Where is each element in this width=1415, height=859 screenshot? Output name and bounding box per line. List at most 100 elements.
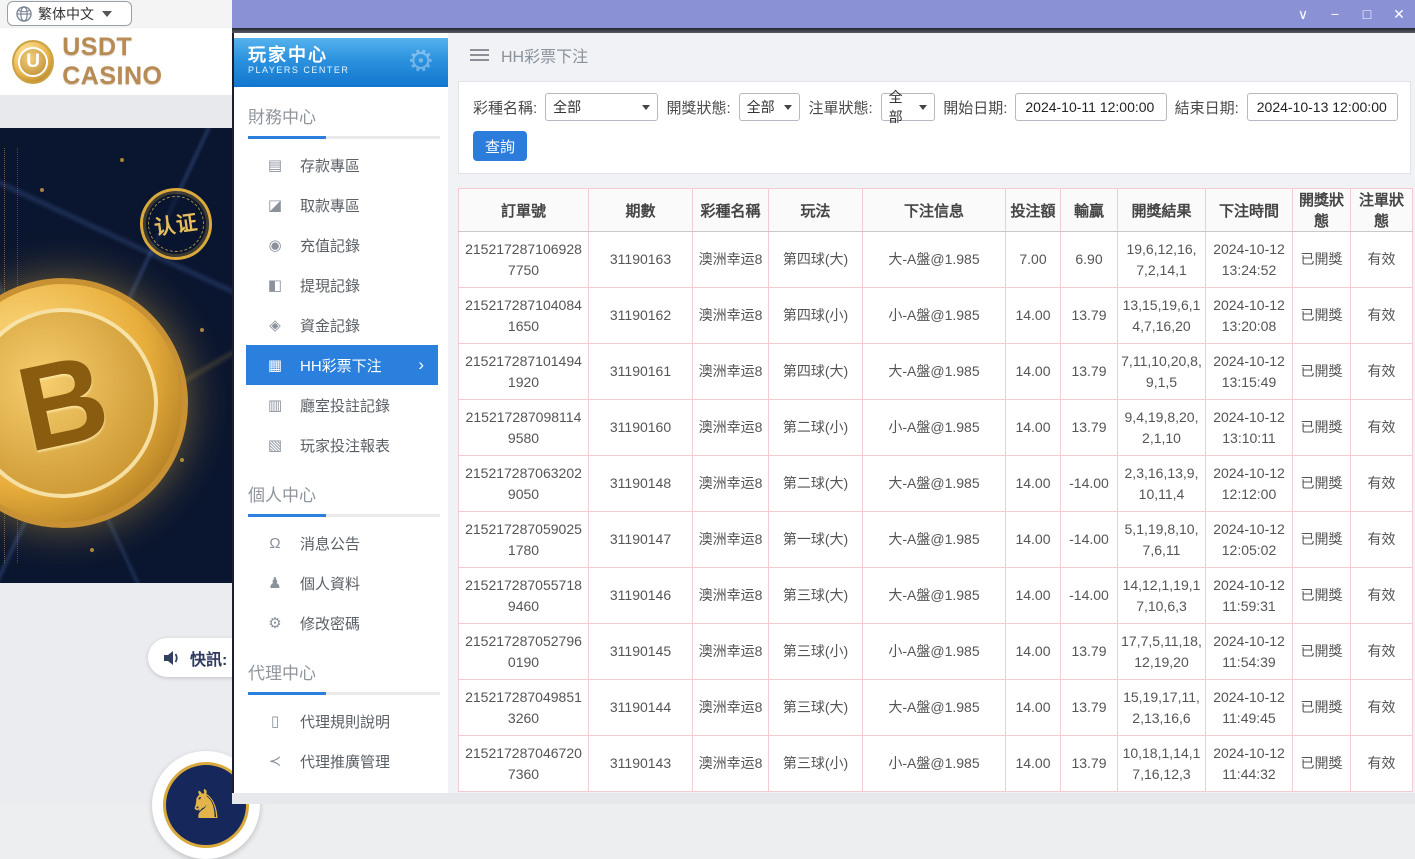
- table-cell: 大-A盤@1.985: [863, 232, 1006, 288]
- select-caret-icon: [784, 105, 792, 110]
- funds-record-icon: ◈: [266, 316, 284, 334]
- table-cell: 14.00: [1006, 288, 1061, 344]
- table-cell: 澳洲幸运8: [693, 624, 769, 680]
- table-cell: 15,19,17,11,2,13,16,6: [1118, 680, 1206, 736]
- table-cell: 小-A盤@1.985: [863, 624, 1006, 680]
- table-cell: 2152172870467207360: [459, 736, 589, 792]
- sidebar-item-label: 個人資料: [300, 573, 360, 594]
- table-cell: 2024-10-12 12:05:02: [1206, 512, 1293, 568]
- table-cell: 2024-10-12 11:54:39: [1206, 624, 1293, 680]
- table-cell: -14.00: [1061, 512, 1118, 568]
- section-underline: [248, 514, 440, 517]
- sidebar-item-代理團隊統計[interactable]: ▩代理團隊統計›: [234, 781, 448, 793]
- table-cell: 有效: [1351, 456, 1413, 512]
- sidebar-item-label: HH彩票下注: [300, 355, 382, 376]
- draw-status-select[interactable]: 全部: [739, 93, 801, 121]
- select-caret-icon: [919, 105, 927, 110]
- room-bets-icon: ▥: [266, 396, 284, 414]
- table-cell: 已開獎: [1293, 624, 1351, 680]
- main-content: HH彩票下注 彩種名稱: 全部 開獎狀態: 全部 注單狀態: 全部 開始日期: …: [448, 33, 1415, 793]
- table-cell: 9,4,19,8,20,2,1,10: [1118, 400, 1206, 456]
- minimize-icon[interactable]: −: [1319, 0, 1351, 28]
- table-cell: 已開獎: [1293, 736, 1351, 792]
- network-dot: [180, 458, 184, 462]
- sidebar-item-修改密碼[interactable]: ⚙修改密碼›: [234, 603, 448, 643]
- table-cell: 19,6,12,16,7,2,14,1: [1118, 232, 1206, 288]
- sidebar-section-title: 代理中心: [248, 659, 448, 684]
- end-date-input[interactable]: 2024-10-13 12:00:00: [1247, 93, 1398, 121]
- cert-badge-ring: [144, 192, 207, 255]
- table-cell: 澳洲幸运8: [693, 344, 769, 400]
- page-title: HH彩票下注: [501, 43, 588, 67]
- table-cell: 14.00: [1006, 624, 1061, 680]
- sidebar-item-存款專區[interactable]: ▤存款專區›: [234, 145, 448, 185]
- sidebar-item-取款專區[interactable]: ◪取款專區›: [234, 185, 448, 225]
- lottery-select[interactable]: 全部: [545, 93, 658, 121]
- table-cell: 13.79: [1061, 736, 1118, 792]
- order-status-select[interactable]: 全部: [881, 93, 936, 121]
- table-cell: 31190161: [589, 344, 693, 400]
- table-cell: 已開獎: [1293, 400, 1351, 456]
- table-cell: 小-A盤@1.985: [863, 400, 1006, 456]
- sidebar-item-充值記錄[interactable]: ◉充值記錄›: [234, 225, 448, 265]
- sidebar-item-資金記錄[interactable]: ◈資金記錄›: [234, 305, 448, 345]
- column-header: 投注額: [1006, 189, 1061, 232]
- horizontal-scrollbar[interactable]: [232, 793, 1415, 804]
- table-cell: 第三球(大): [769, 568, 863, 624]
- column-header: 開獎狀態: [1293, 189, 1351, 232]
- sidebar-item-廳室投註記錄[interactable]: ▥廳室投註記錄›: [234, 385, 448, 425]
- table-cell: 大-A盤@1.985: [863, 344, 1006, 400]
- table-cell: 14.00: [1006, 736, 1061, 792]
- network-dot: [40, 188, 44, 192]
- menu-toggle-icon[interactable]: [470, 49, 489, 61]
- bets-table: 訂單號期數彩種名稱玩法下注信息投注額輸贏開獎結果下注時間開獎狀態注單狀態 215…: [458, 188, 1413, 792]
- table-cell: 有效: [1351, 344, 1413, 400]
- start-date-input[interactable]: 2024-10-11 12:00:00: [1015, 93, 1166, 121]
- table-cell: 2152172870590251780: [459, 512, 589, 568]
- sidebar-section-title: 財務中心: [248, 103, 448, 128]
- table-cell: 已開獎: [1293, 456, 1351, 512]
- table-cell: 有效: [1351, 680, 1413, 736]
- table-cell: 有效: [1351, 232, 1413, 288]
- sidebar-section-title: 個人中心: [248, 481, 448, 506]
- sidebar-item-消息公告[interactable]: Ω消息公告›: [234, 523, 448, 563]
- table-cell: 17,7,5,11,18,12,19,20: [1118, 624, 1206, 680]
- lottery-label: 彩種名稱:: [473, 97, 537, 118]
- table-cell: 第四球(大): [769, 232, 863, 288]
- start-date-label: 開始日期:: [943, 97, 1007, 118]
- table-cell: 2024-10-12 11:59:31: [1206, 568, 1293, 624]
- table-cell: 31190163: [589, 232, 693, 288]
- table-row: 215217287055718946031190146澳洲幸运8第三球(大)大-…: [459, 568, 1413, 624]
- table-cell: 有效: [1351, 736, 1413, 792]
- maximize-icon[interactable]: □: [1351, 0, 1383, 28]
- sidebar-item-提現記錄[interactable]: ◧提現記錄›: [234, 265, 448, 305]
- deposit-card-icon: ▤: [266, 156, 284, 174]
- brand-monogram: U: [18, 47, 48, 77]
- language-selector[interactable]: 繁体中文: [7, 1, 132, 26]
- table-row: 215217287059025178031190147澳洲幸运8第一球(大)大-…: [459, 512, 1413, 568]
- table-cell: 大-A盤@1.985: [863, 456, 1006, 512]
- draw-status-label: 開獎狀態:: [666, 97, 730, 118]
- table-row: 215217287052796019031190145澳洲幸运8第三球(小)小-…: [459, 624, 1413, 680]
- left-panel: 繁体中文 U USDT CASINO 认证 B 快訊:: [0, 0, 232, 804]
- close-icon[interactable]: ✕: [1383, 0, 1415, 28]
- sidebar-item-代理規則說明[interactable]: ▯代理規則說明›: [234, 701, 448, 741]
- chevron-down-icon[interactable]: ∨: [1287, 0, 1319, 28]
- sidebar-item-HH彩票下注[interactable]: ▦HH彩票下注›: [246, 345, 438, 385]
- table-cell: 2,3,16,13,9,10,11,4: [1118, 456, 1206, 512]
- sidebar-item-代理推廣管理[interactable]: ≺代理推廣管理›: [234, 741, 448, 781]
- table-cell: 第四球(大): [769, 344, 863, 400]
- network-dot: [200, 328, 204, 332]
- language-label: 繁体中文: [38, 4, 94, 24]
- table-cell: 有效: [1351, 624, 1413, 680]
- withdraw-icon: ◪: [266, 196, 284, 214]
- sidebar-item-玩家投注報表[interactable]: ▧玩家投注報表›: [234, 425, 448, 465]
- table-cell: 2152172870632029050: [459, 456, 589, 512]
- table-cell: 7.00: [1006, 232, 1061, 288]
- sidebar-item-個人資料[interactable]: ♟個人資料›: [234, 563, 448, 603]
- table-cell: 14.00: [1006, 680, 1061, 736]
- search-button[interactable]: 查詢: [473, 131, 527, 161]
- sidebar-item-label: 廳室投註記錄: [300, 395, 390, 416]
- table-cell: 13.79: [1061, 400, 1118, 456]
- table-cell: 2152172870981149580: [459, 400, 589, 456]
